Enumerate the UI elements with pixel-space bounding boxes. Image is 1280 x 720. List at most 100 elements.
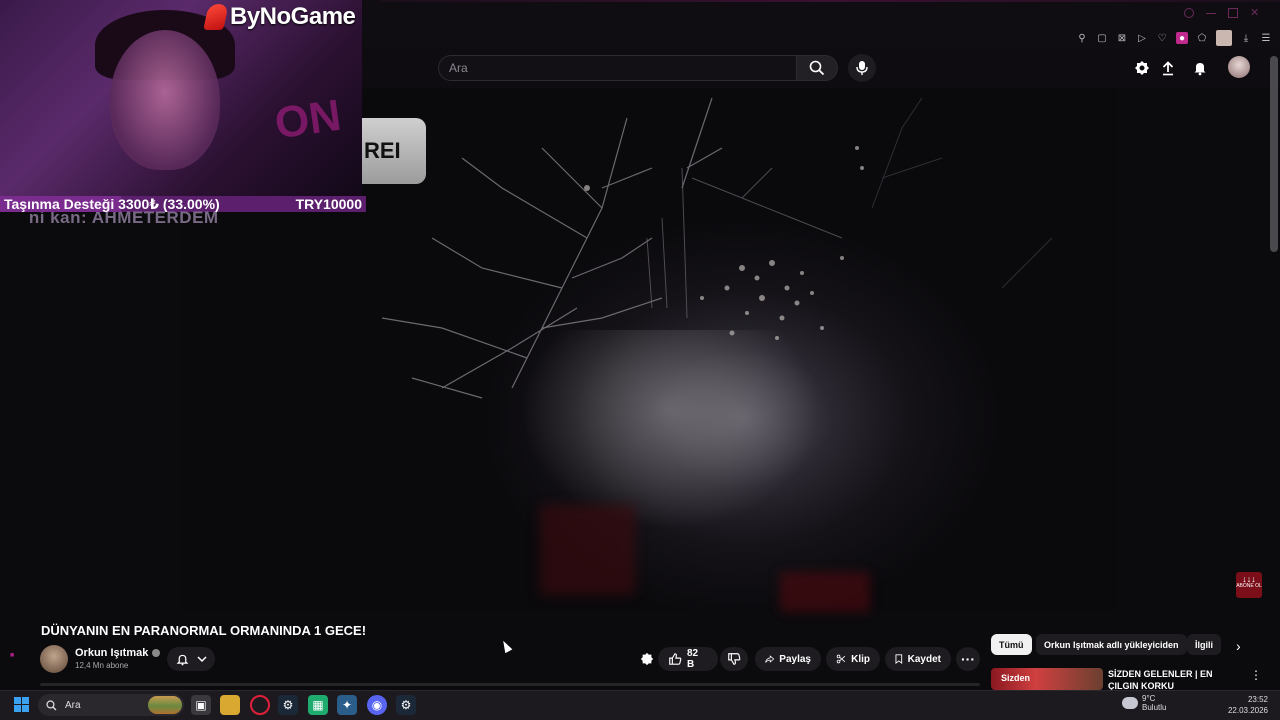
chip-related[interactable]: İlgili: [1187, 634, 1221, 655]
upload-button[interactable]: [1158, 58, 1178, 78]
avatar[interactable]: [1228, 56, 1250, 78]
notifications-button[interactable]: [1190, 58, 1210, 78]
video-pillarbox-right: [1118, 88, 1270, 612]
shield-icon[interactable]: ⊠: [1116, 32, 1128, 44]
weather-desc: Bulutlu: [1142, 703, 1167, 712]
app-blue-icon[interactable]: ✦: [337, 695, 357, 715]
description-box-edge[interactable]: [40, 683, 980, 686]
subscribe-watermark[interactable]: ↓↓↓ ABONE OL: [1236, 572, 1262, 598]
channel-name-row[interactable]: Orkun Işıtmak: [75, 647, 161, 659]
sidebar-tag: ■: [10, 652, 15, 659]
gear-icon: [1135, 61, 1149, 75]
snapshot-icon[interactable]: ▢: [1096, 32, 1108, 44]
dark-red-shape: [780, 572, 870, 612]
extensions-bar: ⚲ ▢ ⊠ ▷ ♡ ● ⬠ ⤓ ☰: [1076, 30, 1272, 46]
menu-icon[interactable]: ☰: [1260, 32, 1272, 44]
play-icon[interactable]: ▷: [1136, 32, 1148, 44]
neon-sign: ON: [271, 90, 345, 149]
sponsor-name: ByNoGame: [230, 3, 356, 30]
taskbar-search-label: Ara: [65, 699, 81, 711]
clip-button[interactable]: Klip: [826, 647, 880, 671]
chevron-down-icon: [196, 656, 207, 663]
search-button[interactable]: [796, 55, 838, 81]
clock[interactable]: 23:52 22.03.2026: [1222, 694, 1268, 716]
window-search-icon[interactable]: [1184, 8, 1194, 18]
browser-profile-icon[interactable]: [1216, 30, 1232, 46]
weather-widget[interactable]: 9°C Bulutlu: [1122, 694, 1166, 712]
recommendation-thumbnail-text: Sizden: [1001, 673, 1031, 683]
recommendation-title[interactable]: SİZDEN GELENLER | EN ÇILGIN KORKU HİKAYE…: [1108, 668, 1238, 690]
share-icon: [765, 655, 775, 663]
dark-red-shape: [540, 505, 635, 595]
flashlight-glow: [520, 330, 820, 530]
chip-all[interactable]: Tümü: [991, 634, 1032, 655]
donation-goal-bar: Taşınma Desteği 3300₺ (33.00%) TRY10000: [0, 196, 366, 212]
opera-gx-icon[interactable]: [250, 695, 270, 715]
share-button[interactable]: Paylaş: [755, 647, 821, 671]
sparkle-icon: [640, 652, 654, 666]
close-icon[interactable]: ✕: [1250, 8, 1260, 19]
search-highlight-image: [148, 696, 182, 714]
create-button[interactable]: [1132, 58, 1152, 78]
subscription-bell-button[interactable]: [167, 647, 215, 671]
more-actions-button[interactable]: ···: [956, 647, 980, 671]
video-title: DÜNYANIN EN PARANORMAL ORMANINDA 1 GECE!: [41, 623, 367, 638]
page-scrollbar[interactable]: [1270, 56, 1278, 252]
maximize-icon[interactable]: [1228, 8, 1238, 18]
steam-alt-icon[interactable]: ⚙: [396, 695, 416, 715]
recommendation-thumbnail[interactable]: Sizden: [991, 668, 1103, 690]
extension-icon[interactable]: ●: [1176, 32, 1188, 44]
bell-icon: [176, 654, 188, 665]
more-vertical-icon[interactable]: ⋮: [1250, 668, 1262, 682]
game-hud-label: REI: [362, 118, 426, 184]
ai-assist-button[interactable]: [637, 649, 657, 669]
like-count: 82 B: [686, 648, 699, 670]
weather-temp: 9°C: [1142, 694, 1156, 703]
like-button[interactable]: 82 B: [658, 647, 718, 671]
search-placeholder: Ara: [449, 61, 468, 75]
steam-icon[interactable]: ⚙: [278, 695, 298, 715]
windows-start-icon[interactable]: [14, 697, 29, 712]
voice-search-button[interactable]: [848, 54, 876, 82]
upload-icon: [1162, 61, 1174, 76]
search-input[interactable]: [438, 55, 796, 81]
dislike-button[interactable]: [720, 647, 748, 671]
bynogame-logo-icon: [203, 4, 229, 30]
app-green-icon[interactable]: ▦: [308, 695, 328, 715]
donation-goal-label: Taşınma Desteği 3300₺ (33.00%): [4, 195, 220, 212]
heart-icon[interactable]: ♡: [1156, 32, 1168, 44]
window-controls: ✕: [1184, 8, 1260, 19]
download-icon[interactable]: ⤓: [1240, 32, 1252, 44]
task-view-icon[interactable]: ▣: [191, 695, 211, 715]
more-horizontal-icon: ···: [961, 651, 975, 667]
discord-icon[interactable]: ◉: [367, 695, 387, 715]
left-sidebar-strip: [0, 212, 30, 690]
save-button[interactable]: Kaydet: [885, 647, 951, 671]
clock-time: 23:52: [1247, 695, 1268, 704]
clock-date: 22.03.2026: [1227, 706, 1268, 715]
puzzle-icon[interactable]: ⬠: [1196, 32, 1208, 44]
pin-icon[interactable]: ⚲: [1076, 32, 1088, 44]
mouse-cursor-icon: [499, 638, 513, 654]
chip-from-uploader[interactable]: Orkun Işıtmak adlı yükleyiciden: [1036, 634, 1187, 655]
channel-avatar[interactable]: [40, 645, 68, 673]
browser-tab-strip: [380, 0, 1280, 2]
donation-goal-target: TRY10000: [295, 196, 362, 212]
search-icon: [809, 60, 825, 76]
share-label: Paylaş: [779, 653, 811, 665]
scissors-icon: [836, 654, 846, 664]
minimize-icon[interactable]: [1206, 8, 1216, 14]
microphone-icon: [856, 61, 868, 75]
cloud-icon: [1122, 697, 1138, 709]
channel-name[interactable]: Orkun Işıtmak: [75, 647, 148, 659]
bell-icon: [1194, 63, 1206, 76]
save-label: Kaydet: [907, 653, 941, 665]
file-explorer-icon[interactable]: [220, 695, 240, 715]
thumbs-up-icon: [669, 653, 682, 665]
arrow-down-icon: ↓↓↓: [1242, 574, 1256, 584]
bookmark-icon: [895, 654, 903, 665]
subscribe-watermark-label: ABONE OL: [1236, 583, 1262, 589]
webcam-person: [110, 30, 220, 170]
sponsor-logo: ByNoGame: [203, 3, 356, 31]
chevron-right-icon[interactable]: ›: [1236, 638, 1241, 654]
